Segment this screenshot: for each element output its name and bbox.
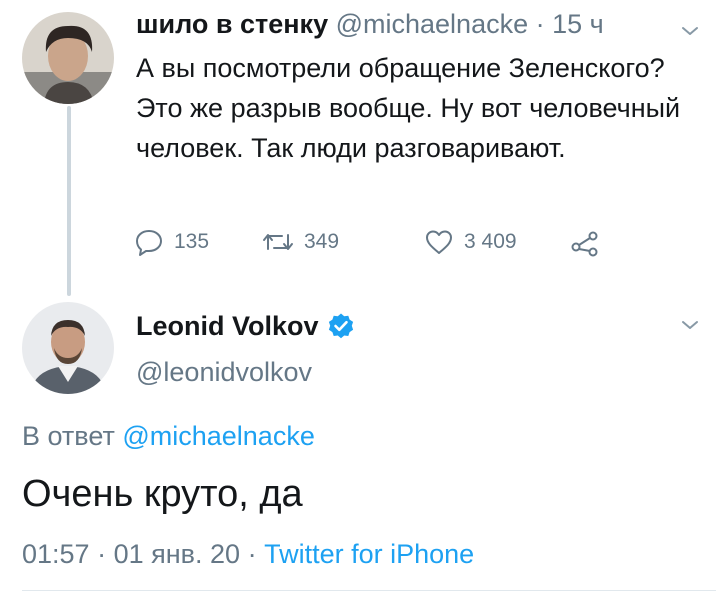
- meta-separator: ·: [247, 539, 257, 569]
- thread-connector-line: [67, 106, 71, 296]
- tweet1-time[interactable]: 15 ч: [552, 9, 604, 39]
- like-icon: [426, 230, 452, 254]
- reply-to-handle-link[interactable]: @michaelnacke: [122, 421, 315, 451]
- reply-button[interactable]: 135: [134, 224, 209, 260]
- retweet-button[interactable]: 349: [262, 224, 339, 260]
- tweet2-date[interactable]: 01 янв. 20: [114, 539, 240, 569]
- reply-count: 135: [174, 230, 210, 253]
- tweet2-display-name[interactable]: Leonid Volkov: [136, 308, 319, 344]
- tweet2-text: Очень круто, да: [22, 473, 303, 515]
- tweet1-actions: 135 349 3 409: [134, 224, 694, 260]
- meta-separator: ·: [97, 539, 107, 569]
- reply-prefix: В ответ: [22, 421, 115, 451]
- chevron-down-icon[interactable]: [680, 318, 700, 332]
- tweet-source-link[interactable]: Twitter for iPhone: [264, 539, 474, 569]
- reply-context: В ответ @michaelnacke: [22, 418, 315, 454]
- tweet2-time[interactable]: 01:57: [22, 539, 90, 569]
- tweet2-handle[interactable]: @leonidvolkov: [136, 354, 312, 390]
- reply-icon: [136, 230, 162, 256]
- tweet1-display-name[interactable]: шило в стенку: [136, 9, 328, 39]
- tweet1-text: А вы посмотрели обращение Зеленского? Эт…: [136, 53, 681, 163]
- tweet1-header: шило в стенку @michaelnacke · 15 ч: [136, 6, 604, 42]
- divider: [22, 590, 716, 591]
- tweet1-separator: ·: [535, 9, 545, 39]
- retweet-count: 349: [304, 230, 340, 253]
- avatar[interactable]: [22, 12, 114, 104]
- verified-badge-icon: [328, 313, 353, 339]
- share-button[interactable]: [570, 224, 610, 260]
- tweet2-meta: 01:57 · 01 янв. 20 · Twitter for iPhone: [22, 536, 474, 572]
- tweet2-name-row: Leonid Volkov: [136, 308, 355, 344]
- avatar[interactable]: [22, 302, 114, 394]
- like-button[interactable]: 3 409: [424, 224, 517, 260]
- chevron-down-icon[interactable]: [680, 24, 700, 38]
- tweet1-handle[interactable]: @michaelnacke: [336, 9, 529, 39]
- retweet-icon: [263, 234, 293, 250]
- share-icon: [571, 231, 598, 257]
- like-count: 3 409: [464, 230, 517, 253]
